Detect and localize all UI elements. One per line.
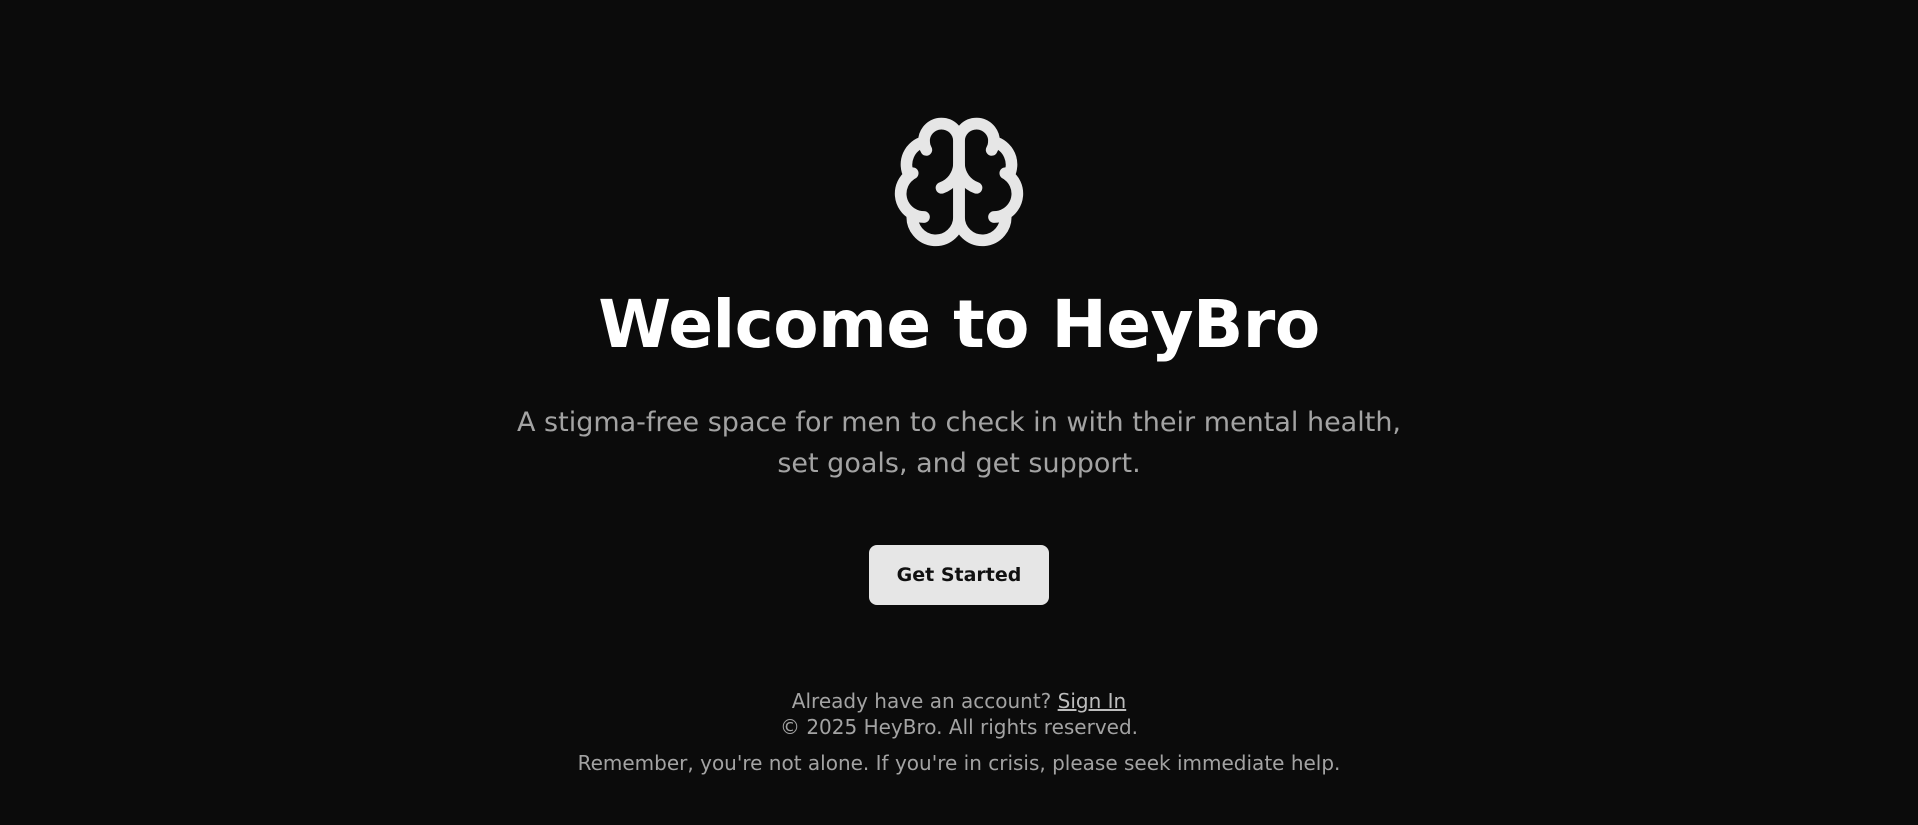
brain-icon <box>889 112 1029 252</box>
crisis-notice: Remember, you're not alone. If you're in… <box>577 751 1341 775</box>
copyright-text: © 2025 HeyBro. All rights reserved. <box>779 715 1139 739</box>
hero-subtitle: A stigma-free space for men to check in … <box>509 402 1409 484</box>
footer: Already have an account? Sign In © 2025 … <box>0 688 1918 776</box>
landing-page: Welcome to HeyBro A stigma-free space fo… <box>0 0 1918 825</box>
subtitle-line-1: A stigma-free space for men to check in … <box>516 407 1402 438</box>
hero-section: Welcome to HeyBro A stigma-free space fo… <box>0 0 1918 605</box>
sign-in-link[interactable]: Sign In <box>1058 689 1127 713</box>
account-prompt-row: Already have an account? Sign In <box>792 688 1126 714</box>
get-started-button[interactable]: Get Started <box>869 545 1049 605</box>
subtitle-line-2: set goals, and get support. <box>777 448 1141 479</box>
account-prompt-text: Already have an account? <box>791 689 1052 713</box>
page-title: Welcome to HeyBro <box>598 286 1320 363</box>
